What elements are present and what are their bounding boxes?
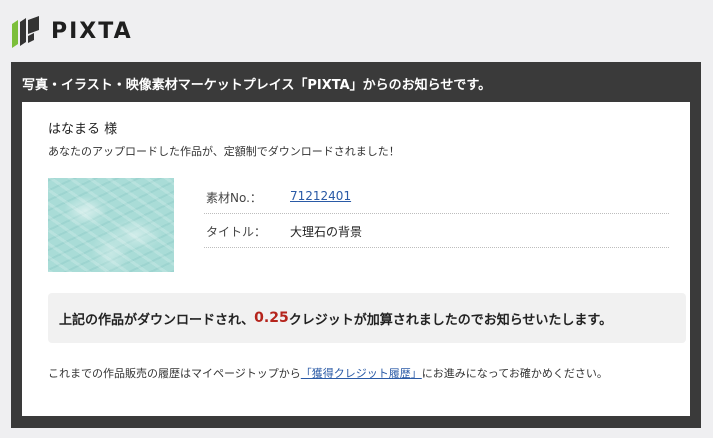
item-number-label: 素材No.：	[206, 191, 262, 205]
mail-container: 写真・イラスト・映像素材マーケットプレイス「PIXTA」からのお知らせです。 は…	[11, 62, 701, 428]
credit-notice: 上記の作品がダウンロードされ、 0.25 クレジットが加算されましたのでお知らせいた…	[48, 293, 686, 343]
item-thumbnail[interactable]	[48, 178, 174, 272]
item-number-link[interactable]: 71212401	[290, 189, 351, 203]
item-title-label: タイトル：	[206, 225, 267, 239]
credit-amount: 0.25	[254, 310, 289, 326]
item-title-row: タイトル： 大理石の背景	[204, 214, 669, 248]
footer-text-after: にお進みになってお確かめください。	[421, 367, 608, 380]
mail-card: はなまる 様 あなたのアップロードした作品が、定額制でダウンロードされました！ …	[22, 102, 690, 416]
notice-text-after: クレジットが加算されましたのでお知らせいたします。	[288, 312, 613, 328]
notice-text-before: 上記の作品がダウンロードされ、	[59, 312, 255, 328]
credit-history-link[interactable]: 「獲得クレジット履歴」	[301, 367, 422, 380]
item-number-row: 素材No.： 71212401	[204, 180, 669, 214]
intro-text: あなたのアップロードした作品が、定額制でダウンロードされました！	[48, 145, 400, 158]
item-title: 大理石の背景	[290, 225, 363, 239]
pixta-logo-icon	[12, 16, 39, 48]
pixta-logo[interactable]: PIXTA	[9, 13, 133, 49]
footer-text-before: これまでの作品販売の履歴はマイページトップから	[48, 367, 301, 380]
footer-text: これまでの作品販売の履歴はマイページトップから「獲得クレジット履歴」にお進みにな…	[48, 364, 668, 383]
mail-header: 写真・イラスト・映像素材マーケットプレイス「PIXTA」からのお知らせです。	[22, 78, 492, 93]
logo-wordmark: PIXTA	[51, 18, 133, 44]
greeting: はなまる 様	[48, 122, 118, 137]
